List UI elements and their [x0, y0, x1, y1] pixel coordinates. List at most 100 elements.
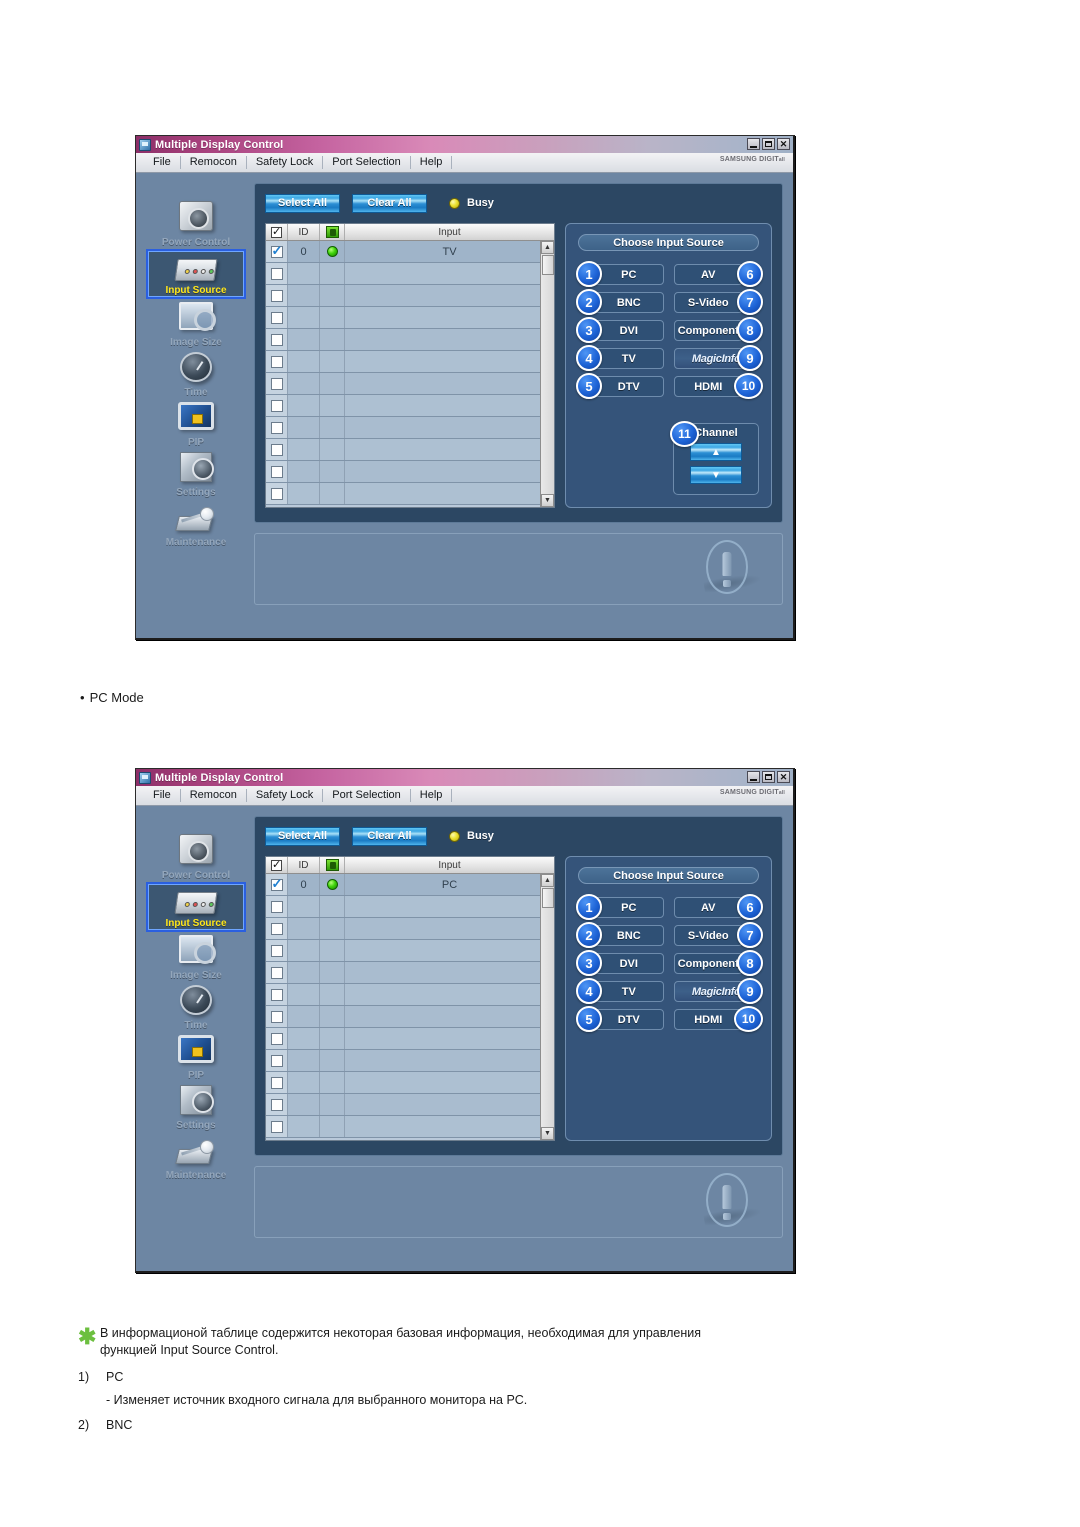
table-row[interactable] — [266, 417, 554, 439]
sidebar-item-settings[interactable]: Settings — [146, 449, 246, 499]
input-button-pc[interactable]: PC — [594, 897, 664, 918]
table-row[interactable] — [266, 329, 554, 351]
menu-item-safety-lock[interactable]: Safety Lock — [247, 789, 324, 802]
input-button-av[interactable]: AV — [673, 264, 743, 285]
row-checkbox-cell[interactable] — [266, 962, 288, 983]
table-row[interactable] — [266, 439, 554, 461]
table-row[interactable] — [266, 962, 554, 984]
table-row[interactable] — [266, 483, 554, 505]
checkbox-icon[interactable] — [270, 1010, 283, 1023]
sidebar-item-power-control[interactable]: Power Control — [146, 199, 246, 249]
row-checkbox-cell[interactable] — [266, 241, 288, 262]
select-all-button[interactable]: Select All — [265, 826, 340, 846]
table-row[interactable]: 0 TV — [266, 241, 554, 263]
sidebar-item-power-control[interactable]: Power Control — [146, 832, 246, 882]
table-row[interactable] — [266, 285, 554, 307]
scroll-up-button[interactable]: ▲ — [541, 874, 554, 887]
table-row[interactable] — [266, 461, 554, 483]
row-checkbox-cell[interactable] — [266, 395, 288, 416]
table-scrollbar[interactable]: ▲ ▼ — [540, 241, 554, 507]
checkbox-icon[interactable] — [270, 333, 283, 346]
sidebar-item-image-size[interactable]: Image Size — [146, 299, 246, 349]
row-checkbox-cell[interactable] — [266, 940, 288, 961]
clear-all-button[interactable]: Clear All — [352, 826, 427, 846]
input-button-bnc[interactable]: BNC — [594, 292, 664, 313]
scroll-down-button[interactable]: ▼ — [541, 1127, 554, 1140]
row-checkbox-cell[interactable] — [266, 1050, 288, 1071]
input-button-tv[interactable]: TV — [594, 981, 664, 1002]
input-button-component[interactable]: Component — [673, 320, 743, 341]
minimize-button[interactable] — [747, 138, 760, 150]
checkbox-icon[interactable] — [270, 465, 283, 478]
menu-item-remocon[interactable]: Remocon — [181, 789, 247, 802]
checkbox-icon[interactable] — [270, 355, 283, 368]
input-button-pc[interactable]: PC — [594, 264, 664, 285]
checkbox-checked-icon[interactable] — [270, 876, 283, 892]
clear-all-button[interactable]: Clear All — [352, 193, 427, 213]
table-row[interactable] — [266, 1028, 554, 1050]
checkbox-icon[interactable] — [270, 399, 283, 412]
table-row[interactable] — [266, 1050, 554, 1072]
menu-item-remocon[interactable]: Remocon — [181, 156, 247, 169]
channel-up-button[interactable]: ▲ — [690, 443, 742, 461]
row-checkbox-cell[interactable] — [266, 461, 288, 482]
input-button-dtv[interactable]: DTV — [594, 1009, 664, 1030]
table-row[interactable] — [266, 1116, 554, 1138]
scroll-down-button[interactable]: ▼ — [541, 494, 554, 507]
menu-item-help[interactable]: Help — [411, 156, 453, 169]
input-button-hdmi[interactable]: HDMI — [673, 1009, 743, 1030]
sidebar-item-time[interactable]: Time — [146, 982, 246, 1032]
row-checkbox-cell[interactable] — [266, 1072, 288, 1093]
sidebar-item-image-size[interactable]: Image Size — [146, 932, 246, 982]
sidebar-item-input-source[interactable]: Input Source — [146, 249, 246, 299]
row-checkbox-cell[interactable] — [266, 417, 288, 438]
checkbox-icon[interactable] — [270, 944, 283, 957]
menu-item-safety-lock[interactable]: Safety Lock — [247, 156, 324, 169]
table-row[interactable] — [266, 395, 554, 417]
row-checkbox-cell[interactable] — [266, 439, 288, 460]
close-button[interactable]: ✕ — [777, 771, 790, 783]
row-checkbox-cell[interactable] — [266, 984, 288, 1005]
table-row[interactable] — [266, 373, 554, 395]
sidebar-item-maintenance[interactable]: Maintenance — [146, 499, 246, 549]
row-checkbox-cell[interactable] — [266, 1094, 288, 1115]
row-checkbox-cell[interactable] — [266, 1028, 288, 1049]
sidebar-item-input-source[interactable]: Input Source — [146, 882, 246, 932]
sidebar-item-time[interactable]: Time — [146, 349, 246, 399]
checkbox-icon[interactable] — [270, 311, 283, 324]
checkbox-icon[interactable] — [270, 900, 283, 913]
close-button[interactable]: ✕ — [777, 138, 790, 150]
input-button-dvi[interactable]: DVI — [594, 953, 664, 974]
table-row[interactable] — [266, 918, 554, 940]
checkbox-icon[interactable] — [270, 922, 283, 935]
maximize-button[interactable] — [762, 771, 775, 783]
sidebar-item-pip[interactable]: PIP — [146, 1032, 246, 1082]
row-checkbox-cell[interactable] — [266, 1116, 288, 1137]
checkbox-icon[interactable] — [270, 966, 283, 979]
checkbox-icon[interactable] — [270, 267, 283, 280]
table-row[interactable] — [266, 940, 554, 962]
row-checkbox-cell[interactable] — [266, 1006, 288, 1027]
checkbox-icon[interactable] — [270, 1120, 283, 1133]
input-button-hdmi[interactable]: HDMI — [673, 376, 743, 397]
menu-item-help[interactable]: Help — [411, 789, 453, 802]
checkbox-icon[interactable] — [270, 443, 283, 456]
input-button-component[interactable]: Component — [673, 953, 743, 974]
sidebar-item-pip[interactable]: PIP — [146, 399, 246, 449]
menu-item-file[interactable]: File — [144, 156, 181, 169]
table-row[interactable] — [266, 263, 554, 285]
input-button-dtv[interactable]: DTV — [594, 376, 664, 397]
checkbox-icon[interactable] — [270, 1032, 283, 1045]
header-check-all[interactable] — [266, 224, 288, 240]
checkbox-icon[interactable] — [270, 289, 283, 302]
sidebar-item-maintenance[interactable]: Maintenance — [146, 1132, 246, 1182]
menu-item-port-selection[interactable]: Port Selection — [323, 789, 411, 802]
checkbox-icon[interactable] — [270, 1076, 283, 1089]
row-checkbox-cell[interactable] — [266, 896, 288, 917]
checkbox-icon[interactable] — [270, 988, 283, 1001]
table-row[interactable] — [266, 1094, 554, 1116]
row-checkbox-cell[interactable] — [266, 874, 288, 895]
row-checkbox-cell[interactable] — [266, 329, 288, 350]
row-checkbox-cell[interactable] — [266, 373, 288, 394]
row-checkbox-cell[interactable] — [266, 918, 288, 939]
